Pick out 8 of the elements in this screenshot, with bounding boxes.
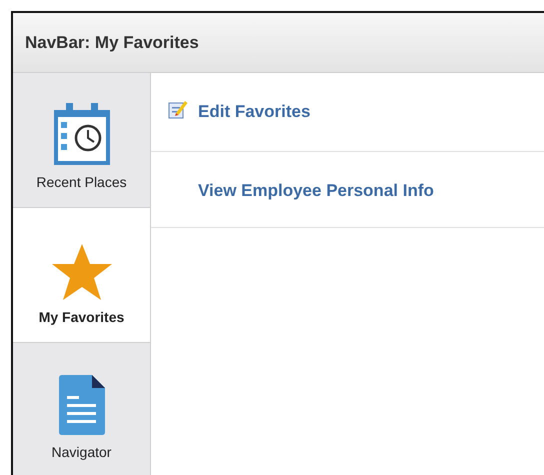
edit-pencil-icon <box>168 99 188 119</box>
document-icon <box>58 374 106 436</box>
sidebar-tab[interactable]: My Favorites <box>13 208 150 343</box>
window-title: NavBar: My Favorites <box>25 32 199 54</box>
star-icon <box>50 243 112 301</box>
favorite-link[interactable]: Edit Favorites <box>198 99 310 124</box>
favorite-link[interactable]: View Employee Personal Info <box>198 178 434 204</box>
calendar-clock-icon <box>52 102 110 166</box>
